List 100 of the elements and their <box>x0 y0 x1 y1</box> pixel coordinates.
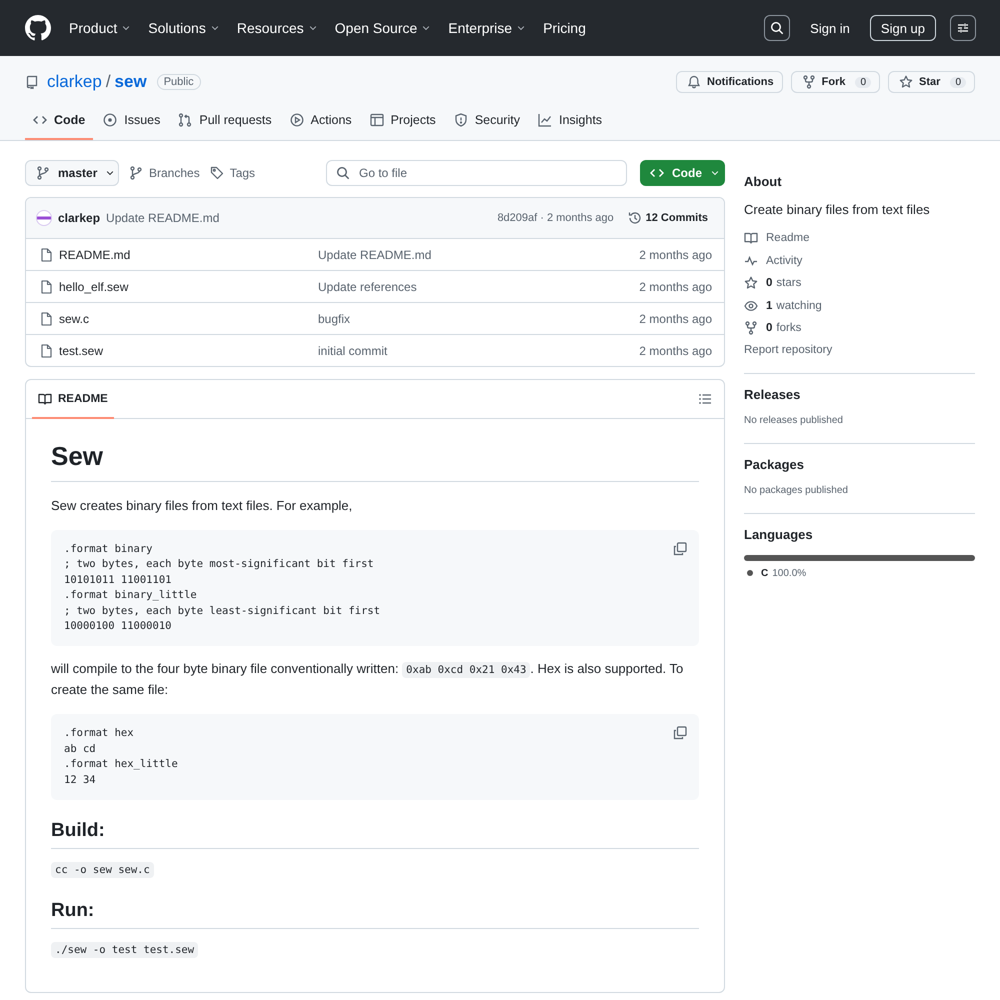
file-name-link[interactable]: hello_elf.sew <box>59 280 128 294</box>
code-button[interactable]: Code <box>640 160 725 186</box>
pulse-icon <box>744 254 758 268</box>
file-time: 2 months ago <box>639 312 712 326</box>
path-separator: / <box>106 72 111 92</box>
file-name-link[interactable]: sew.c <box>59 312 90 326</box>
copy-button[interactable] <box>673 726 687 740</box>
graph-icon <box>538 113 552 127</box>
repository-icon <box>25 75 39 89</box>
copy-icon <box>673 542 687 556</box>
search-icon <box>770 21 784 35</box>
repo-tab[interactable]: Projects <box>362 103 444 140</box>
nav-menu-item[interactable]: Resources <box>236 20 318 36</box>
repo-tab[interactable]: Pull requests <box>170 103 280 140</box>
file-icon <box>39 312 53 326</box>
readme-subheading: Run: <box>51 900 699 930</box>
section-heading: Languages <box>744 526 814 542</box>
commit-hash-link[interactable]: 8d209af · 2 months ago <box>497 212 614 224</box>
section-heading: About <box>744 174 783 189</box>
repository-name-link[interactable]: sew <box>114 72 147 92</box>
file-time: 2 months ago <box>639 248 712 262</box>
nav-menu-item[interactable]: Enterprise <box>448 20 526 36</box>
repo-tab[interactable]: Security <box>446 103 528 140</box>
commit-message-link[interactable]: Update references <box>318 280 417 294</box>
outline-button[interactable] <box>698 392 712 406</box>
book-icon <box>744 231 758 245</box>
avatar <box>36 210 52 226</box>
nav-menu-item[interactable]: Solutions <box>148 20 220 36</box>
sign-in-link[interactable]: Sign in <box>810 20 850 36</box>
fork-count-link[interactable]: 0 forks <box>744 321 975 335</box>
eye-icon <box>744 298 758 312</box>
file-name-link[interactable]: README.md <box>59 248 130 262</box>
notifications-button[interactable]: Notifications <box>676 71 783 93</box>
repo-tab[interactable]: Issues <box>95 103 168 140</box>
code-text: .format hex ab cd .format hex_little 12 34 <box>64 726 178 788</box>
empty-note: No packages published <box>744 484 849 496</box>
fork-icon <box>744 321 758 335</box>
readme-link[interactable]: Readme <box>744 231 975 245</box>
readme-subheading: Build: <box>51 820 699 850</box>
file-icon <box>39 248 53 262</box>
activity-link[interactable]: Activity <box>744 254 975 268</box>
section-heading: Releases <box>744 386 802 402</box>
counter: 0 <box>950 76 966 88</box>
tag-icon <box>210 166 224 180</box>
language-name: C <box>761 568 768 578</box>
circle-dot-icon <box>103 113 118 127</box>
owner-link[interactable]: clarkep <box>47 72 102 92</box>
logo-icon[interactable] <box>25 15 51 41</box>
search-field[interactable]: Go to file <box>326 160 627 186</box>
nav-menu-item[interactable]: Pricing <box>543 20 586 36</box>
inline-code: cc -o sew sew.c <box>51 862 154 878</box>
repo-tab[interactable]: Code <box>25 103 94 140</box>
tags-link[interactable]: Tags <box>210 166 256 180</box>
play-icon <box>290 113 304 127</box>
inline-code: ./sew -o test test.sew <box>51 942 198 958</box>
commit-message-link[interactable]: initial commit <box>318 344 388 358</box>
file-time: 2 months ago <box>639 344 712 358</box>
file-name-link[interactable]: test.sew <box>59 344 104 358</box>
section-heading: Packages <box>744 456 805 472</box>
readme-paragraph: Sew creates binary files from text files. For example, <box>51 497 354 515</box>
branch-icon <box>36 166 50 180</box>
nav-menu-item[interactable]: Product <box>69 20 132 36</box>
star-count-link[interactable]: 0 stars <box>744 276 975 290</box>
readme-paragraph: will compile to the four byte binary file conventionally written: 0xab 0xcd 0x21 0x43 . Hex is also supported. To create the same file: <box>51 660 684 700</box>
branch-selector[interactable]: master <box>25 160 119 186</box>
report-repository-link[interactable]: Report repository <box>744 344 975 356</box>
shield-icon <box>454 113 468 127</box>
repo-tab[interactable]: Actions <box>282 103 360 140</box>
table-icon <box>370 113 384 127</box>
commit-message-link[interactable]: Update README.md <box>106 211 220 225</box>
commit-message-link[interactable]: Update README.md <box>318 248 432 262</box>
eye-count-link[interactable]: 1 watching <box>744 298 975 312</box>
search-button[interactable] <box>764 15 790 41</box>
nav-menu-item[interactable]: Open Source <box>334 20 432 36</box>
code-text: .format binary ; two bytes, each byte most-significant bit first 10101011 11001101 .format binary_little ; two bytes, each byte least-significant bit first 10000100 11000010 <box>64 542 380 634</box>
menu-button[interactable] <box>950 15 976 41</box>
pull-request-icon <box>178 113 192 127</box>
counter: 0 <box>855 76 872 88</box>
empty-note: No releases published <box>744 414 844 426</box>
file-time: 2 months ago <box>639 280 712 294</box>
copy-icon <box>673 726 687 740</box>
sign-up-button[interactable]: Sign up <box>870 15 936 41</box>
list-icon <box>698 392 712 406</box>
fork-icon <box>802 75 816 89</box>
language-percent: 100.0% <box>772 568 806 578</box>
commit-author-link[interactable]: clarkep <box>58 211 100 225</box>
fork-button[interactable]: Fork 0 <box>790 71 880 93</box>
commit-message-link[interactable]: bugfix <box>318 312 350 326</box>
commits-link[interactable]: 12 Commits <box>628 211 708 225</box>
bell-icon <box>687 75 701 89</box>
readme-heading: Sew <box>51 441 699 482</box>
repo-tab[interactable]: Insights <box>530 103 610 140</box>
star-icon <box>899 75 914 89</box>
star-button[interactable]: Star 0 <box>888 71 975 93</box>
sliders-icon <box>956 21 970 35</box>
branches-link[interactable]: Branches <box>129 166 200 180</box>
visibility-label: Public <box>156 74 201 90</box>
copy-button[interactable] <box>673 542 687 556</box>
history-icon <box>628 211 642 225</box>
readme-tab[interactable]: README <box>32 380 114 418</box>
